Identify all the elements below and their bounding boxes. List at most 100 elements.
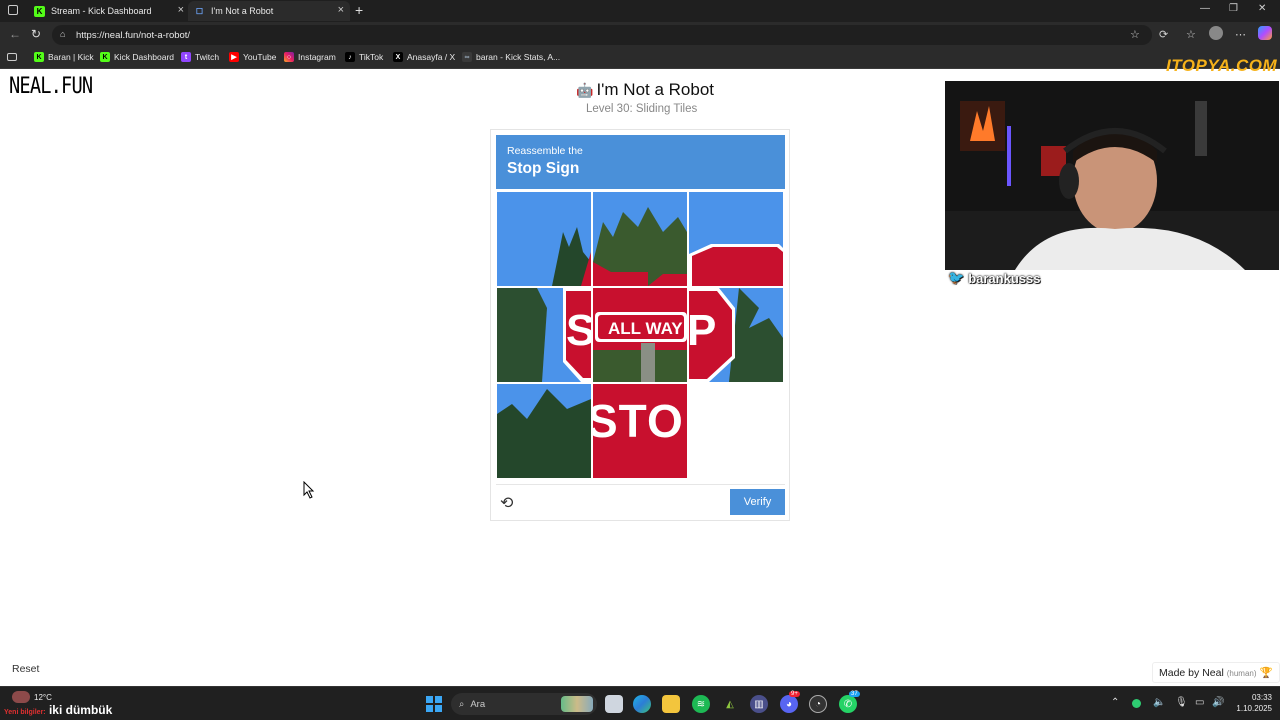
empty-tile-slot[interactable] [689, 384, 783, 478]
notification-badge: 37 [849, 691, 860, 697]
tile-letter: S [566, 306, 591, 355]
captcha-divider [496, 484, 785, 485]
bookmark-kick-stats[interactable]: ∞ baran - Kick Stats, A... [462, 52, 560, 62]
trophy-icon: 🏆 [1259, 667, 1273, 679]
url-text: https://neal.fun/not-a-robot/ [76, 29, 191, 41]
reload-icon[interactable]: ⟲ [500, 493, 513, 513]
reading-list-icon[interactable] [7, 53, 17, 61]
page-title: 🤖 I'm Not a Robot [576, 80, 715, 99]
instagram-icon: ○ [284, 52, 294, 62]
bookmark-instagram[interactable]: ○ Instagram [284, 52, 336, 62]
kick-icon: K [34, 5, 45, 17]
search-highlight-icon [561, 696, 593, 712]
webcam-image [945, 81, 1279, 270]
bookmark-kick-dashboard[interactable]: K Kick Dashboard [100, 52, 174, 62]
site-logo[interactable]: NEAL.FUN [9, 74, 93, 99]
made-by-link[interactable]: Made by Neal (human) 🏆 [1152, 662, 1280, 683]
address-toolbar: ← ↻ ⌂ https://neal.fun/not-a-robot/ ☆ ⟳ … [0, 22, 1280, 48]
tile-image-tree-sign-top [593, 192, 687, 286]
edge-icon[interactable] [633, 695, 651, 713]
tiktok-icon: ♪ [345, 52, 355, 62]
puzzle-tile[interactable] [689, 192, 783, 286]
level-subtitle: Level 30: Sliding Tiles [586, 103, 698, 115]
windows-taskbar: 12°C Yeni bilgiler: iki dümbük ⌕ Ara ≋ ◭… [0, 686, 1280, 720]
web-page: NEAL.FUN 🤖 I'm Not a Robot Level 30: Sli… [0, 56, 1280, 686]
taskbar-clock[interactable]: 03:33 1.10.2025 [1230, 692, 1272, 714]
bookmark-baran-kick[interactable]: K Baran | Kick [34, 52, 94, 62]
puzzle-tile[interactable]: S [497, 288, 591, 382]
back-icon[interactable]: ← [9, 27, 21, 41]
obs-icon[interactable]: ◔ [809, 695, 827, 713]
bookmark-x[interactable]: X Anasayfa / X [393, 52, 455, 62]
stats-icon: ∞ [462, 52, 472, 62]
profile-avatar-icon[interactable] [1209, 26, 1223, 40]
tab-actions-icon[interactable] [8, 5, 18, 15]
tile-letter: P [689, 306, 717, 355]
site-info-icon[interactable]: ⌂ [60, 29, 65, 39]
microphone-icon[interactable]: 🎙 [1175, 697, 1188, 708]
new-tab-icon[interactable]: + [355, 2, 363, 18]
twitter-handle: 🐦 barankusss [948, 270, 1041, 286]
file-explorer-icon[interactable] [662, 695, 680, 713]
tile-image-sky-tree [497, 192, 591, 286]
taskbar-search[interactable]: ⌕ Ara [451, 693, 597, 715]
tab-kick-dashboard[interactable]: K Stream - Kick Dashboard × [28, 1, 190, 21]
start-icon[interactable] [425, 695, 443, 713]
speaker-icon[interactable]: 🔈 [1153, 697, 1165, 708]
webcam-overlay [945, 81, 1279, 270]
restore-icon[interactable]: ❐ [1229, 3, 1238, 14]
x-icon: X [393, 52, 403, 62]
more-menu-icon[interactable]: ⋯ [1235, 28, 1246, 41]
volume-icon[interactable]: 🔊 [1212, 697, 1224, 708]
captcha-widget: Reassemble the Stop Sign S ALL WAY P STO… [490, 129, 790, 521]
extensions-icon[interactable]: ⟳ [1159, 28, 1168, 41]
nvidia-icon[interactable]: ◭ [721, 695, 739, 713]
close-icon[interactable]: × [178, 4, 184, 16]
puzzle-tile[interactable]: STO [593, 384, 687, 478]
tray-chevron-icon[interactable]: ⌃ [1111, 697, 1119, 708]
puzzle-tile[interactable]: P [689, 288, 783, 382]
tile-text: ALL WAY [608, 319, 683, 338]
tab-not-a-robot[interactable]: ☐ I'm Not a Robot × [188, 1, 350, 21]
refresh-icon[interactable]: ↻ [31, 27, 41, 41]
robot-icon: ☐ [195, 6, 204, 16]
minimize-icon[interactable]: — [1200, 3, 1210, 14]
favorites-icon[interactable]: ☆ [1186, 28, 1196, 41]
favorite-star-icon[interactable]: ☆ [1130, 28, 1140, 41]
twitch-icon: t [181, 52, 191, 62]
puzzle-tile[interactable]: ALL WAY [593, 288, 687, 382]
robot-icon: 🤖 [576, 81, 594, 98]
window-close-icon[interactable]: ✕ [1258, 3, 1266, 14]
task-view-icon[interactable] [605, 695, 623, 713]
tab-label: Stream - Kick Dashboard [51, 6, 152, 16]
bookmark-tiktok[interactable]: ♪ TikTok [345, 52, 383, 62]
bookmark-twitch[interactable]: t Twitch [181, 52, 219, 62]
bookmarks-bar: K Baran | Kick K Kick Dashboard t Twitch ▶ Y… [0, 48, 1280, 69]
url-field[interactable]: ⌂ https://neal.fun/not-a-robot/ ☆ [52, 25, 1152, 45]
stream-ticker: Yeni bilgiler: iki dümbük [4, 703, 113, 717]
captcha-header: Reassemble the Stop Sign [496, 135, 785, 189]
verify-button[interactable]: Verify [730, 489, 785, 515]
close-icon[interactable]: × [338, 4, 344, 16]
browser-tab-bar: K Stream - Kick Dashboard × ☐ I'm Not a … [0, 0, 1280, 22]
whatsapp-icon[interactable]: ✆ [839, 695, 857, 713]
mouse-cursor-icon [303, 481, 315, 499]
puzzle-tile[interactable] [497, 384, 591, 478]
tile-image-sign-top-right [689, 192, 783, 286]
copilot-icon[interactable] [1258, 26, 1272, 40]
tile-image-tree [497, 384, 591, 478]
bookmark-youtube[interactable]: ▶ YouTube [229, 52, 276, 62]
captcha-instruction: Reassemble the [507, 145, 583, 157]
discord-icon[interactable]: ◕ [780, 695, 798, 713]
reset-button[interactable]: Reset [7, 660, 44, 678]
puzzle-tile[interactable] [497, 192, 591, 286]
spotify-icon[interactable]: ≋ [692, 695, 710, 713]
tab-label: I'm Not a Robot [211, 6, 274, 16]
display-icon[interactable]: ▭ [1195, 697, 1204, 708]
puzzle-tile[interactable] [593, 192, 687, 286]
weather-icon[interactable] [12, 691, 30, 703]
kick-icon: K [34, 52, 44, 62]
twitter-bird-icon: 🐦 [948, 270, 965, 285]
notification-badge: 9+ [789, 691, 800, 697]
app-icon[interactable]: ▥ [750, 695, 768, 713]
